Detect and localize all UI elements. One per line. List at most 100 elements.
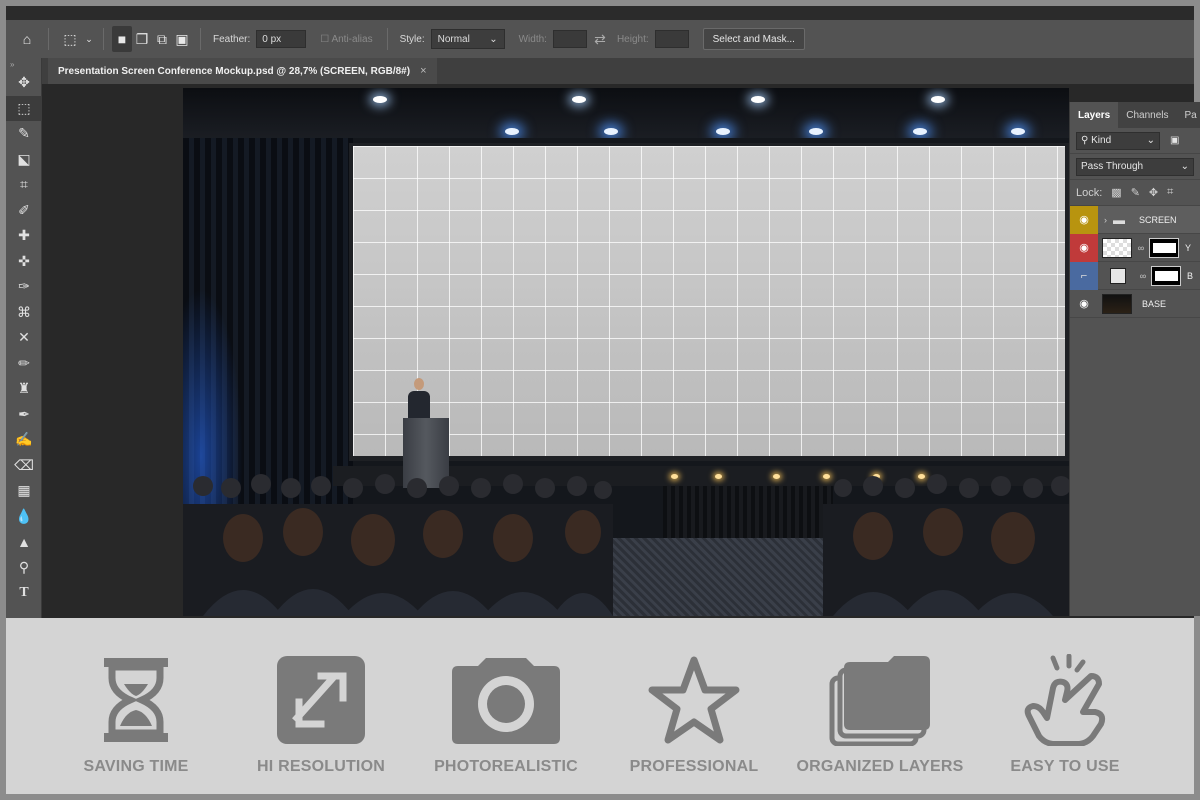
style-label: Style: (399, 33, 425, 45)
link-icon: ∞ (1137, 242, 1145, 253)
layers-panel: Layers Channels Pa ⚲ Kind ⌄ ▣ Pass Throu… (1069, 102, 1200, 616)
feather-label: Feather: (213, 33, 251, 45)
feather-input[interactable] (256, 30, 307, 48)
layer-row-screen[interactable]: ◉ › ▬ SCREEN (1070, 205, 1200, 234)
ceiling-spotlight (1011, 128, 1025, 135)
chevron-down-icon: ⌄ (489, 33, 498, 45)
lock-pixels-icon[interactable]: ✎ (1131, 186, 1140, 199)
layer-name: BASE (1142, 298, 1167, 309)
feature-photorealistic: PHOTOREALISTIC (411, 654, 601, 784)
divider (200, 28, 201, 50)
select-and-mask-button[interactable]: Select and Mask... (702, 28, 805, 50)
image-filter-icon[interactable]: ▣ (1170, 135, 1179, 146)
lock-artboard-icon[interactable]: ⌗ (1167, 186, 1173, 199)
patch-tool-icon[interactable]: ✜ (6, 249, 42, 275)
crop-tool-icon[interactable]: ⌗ (6, 172, 42, 198)
lock-transparency-icon[interactable]: ▩ (1111, 186, 1121, 199)
kind-filter-select[interactable]: ⚲ Kind ⌄ (1076, 131, 1160, 150)
hourglass-icon (104, 658, 168, 742)
visibility-eye-icon[interactable]: ◉ (1070, 290, 1098, 318)
content-aware-move-icon[interactable]: ✕ (6, 325, 42, 351)
anti-alias-label: Anti-alias (331, 33, 373, 45)
feature-easy-to-use: EASY TO USE (970, 654, 1160, 784)
projection-screen-frame (349, 143, 1069, 461)
fill-thumbnail (1110, 267, 1126, 284)
history-brush-tool-icon[interactable]: ✒ (6, 402, 42, 428)
feature-label: PHOTOREALISTIC (434, 758, 578, 775)
blur-tool-icon[interactable]: 💧 (6, 504, 42, 530)
subtract-selection-icon[interactable]: ⧉ (152, 26, 172, 52)
quick-selection-tool-icon[interactable]: ✎ (6, 121, 42, 147)
visibility-eye-icon[interactable]: ◉ (1070, 233, 1098, 262)
pencil-tool-icon[interactable]: ✏ (6, 351, 42, 377)
width-input[interactable] (552, 30, 587, 48)
layer-row-b[interactable]: ⌐ ∞ B (1070, 261, 1200, 290)
expand-panel-icon[interactable]: » (6, 58, 42, 70)
feature-saving-time: SAVING TIME (41, 654, 231, 784)
blend-mode-row: Pass Through ⌄ (1070, 154, 1200, 180)
move-tool-icon[interactable]: ✥ (6, 70, 42, 96)
clone-stamp-tool-icon[interactable]: ♜ (6, 376, 42, 402)
swap-icon[interactable]: ⇄ (587, 26, 613, 52)
tab-paths[interactable]: Pa (1177, 102, 1200, 128)
layer-mask-thumbnail (1149, 237, 1179, 258)
link-icon: ∞ (1139, 270, 1147, 281)
height-input[interactable] (654, 30, 689, 48)
divider (103, 28, 104, 50)
feature-hi-resolution: HI RESOLUTION (226, 654, 416, 784)
tab-layers[interactable]: Layers (1070, 102, 1119, 128)
lock-label: Lock: (1076, 186, 1103, 199)
layer-name: SCREEN (1139, 214, 1177, 225)
audience (183, 474, 1069, 616)
mixer-brush-tool-icon[interactable]: ✍ (6, 427, 42, 453)
divider (386, 28, 388, 50)
projection-screen (353, 146, 1065, 456)
search-icon: ⚲ (1081, 135, 1089, 146)
tab-channels[interactable]: Channels (1118, 102, 1176, 128)
chevron-right-icon[interactable]: › (1104, 215, 1107, 225)
gradient-tool-icon[interactable]: ▦ (6, 478, 42, 504)
eraser-tool-icon[interactable]: ⌫ (6, 453, 42, 479)
ceiling-light (373, 96, 387, 103)
type-tool-icon[interactable]: T (6, 580, 42, 606)
blend-mode-select[interactable]: Pass Through ⌄ (1076, 157, 1194, 176)
speaker-figure (408, 378, 430, 421)
feature-organized-layers: ORGANIZED LAYERS (785, 654, 975, 784)
frame-tool-icon[interactable]: ⌘ (6, 300, 42, 326)
filter-row: ⚲ Kind ⌄ ▣ (1070, 128, 1200, 154)
anti-alias-checkbox[interactable]: ☐ Anti-alias (320, 34, 372, 45)
ceiling-spotlight (809, 128, 823, 135)
add-selection-icon[interactable]: ❐ (132, 26, 152, 52)
eyedropper-tool-icon[interactable]: ✐ (6, 198, 42, 224)
chevron-down-icon: ⌄ (1180, 161, 1189, 172)
layer-row-y[interactable]: ◉ ∞ Y (1070, 233, 1200, 262)
object-selection-tool-icon[interactable]: ⬕ (6, 147, 42, 173)
chevron-down-icon: ⌄ (1146, 135, 1155, 146)
marquee-tool-icon[interactable]: ⬚ (6, 95, 42, 121)
home-icon[interactable]: ⌂ (14, 26, 40, 52)
sharpen-tool-icon[interactable]: ▲ (6, 529, 42, 555)
layer-name: B (1187, 270, 1194, 281)
new-selection-icon[interactable]: ■ (112, 26, 132, 52)
ceiling-spotlight (716, 128, 730, 135)
healing-brush-tool-icon[interactable]: ✚ (6, 223, 42, 249)
rectangular-marquee-icon[interactable]: ⬚ (57, 26, 83, 52)
lock-position-icon[interactable]: ✥ (1149, 186, 1158, 199)
features-strip: SAVING TIME HI RESOLUTION PHOTOREALISTIC… (6, 618, 1194, 794)
document-canvas[interactable] (183, 88, 1069, 616)
document-tab[interactable]: Presentation Screen Conference Mockup.ps… (48, 58, 437, 84)
close-tab-icon[interactable]: × (420, 65, 426, 77)
chevron-down-icon[interactable]: ⌄ (83, 26, 95, 52)
brush-tool-icon[interactable]: ✑ (6, 274, 42, 300)
tools-panel: » ✥ ⬚ ✎ ⬕ ⌗ ✐ ✚ ✜ ✑ ⌘ ✕ ✏ ♜ ✒ ✍ ⌫ ▦ 💧 ▲ … (6, 58, 42, 622)
height-label: Height: (616, 33, 649, 45)
style-select[interactable]: Normal ⌄ (430, 29, 505, 49)
document-tabs: Presentation Screen Conference Mockup.ps… (42, 58, 1194, 84)
visibility-eye-icon[interactable]: ◉ (1070, 205, 1098, 234)
clipping-indicator-icon[interactable]: ⌐ (1070, 261, 1098, 290)
ceiling-spotlight (913, 128, 927, 135)
dodge-tool-icon[interactable]: ⚲ (6, 555, 42, 581)
layer-row-base[interactable]: ◉ BASE (1070, 290, 1200, 318)
selection-mode-group: ■ ❐ ⧉ ▣ (112, 26, 192, 52)
intersect-selection-icon[interactable]: ▣ (172, 26, 192, 52)
